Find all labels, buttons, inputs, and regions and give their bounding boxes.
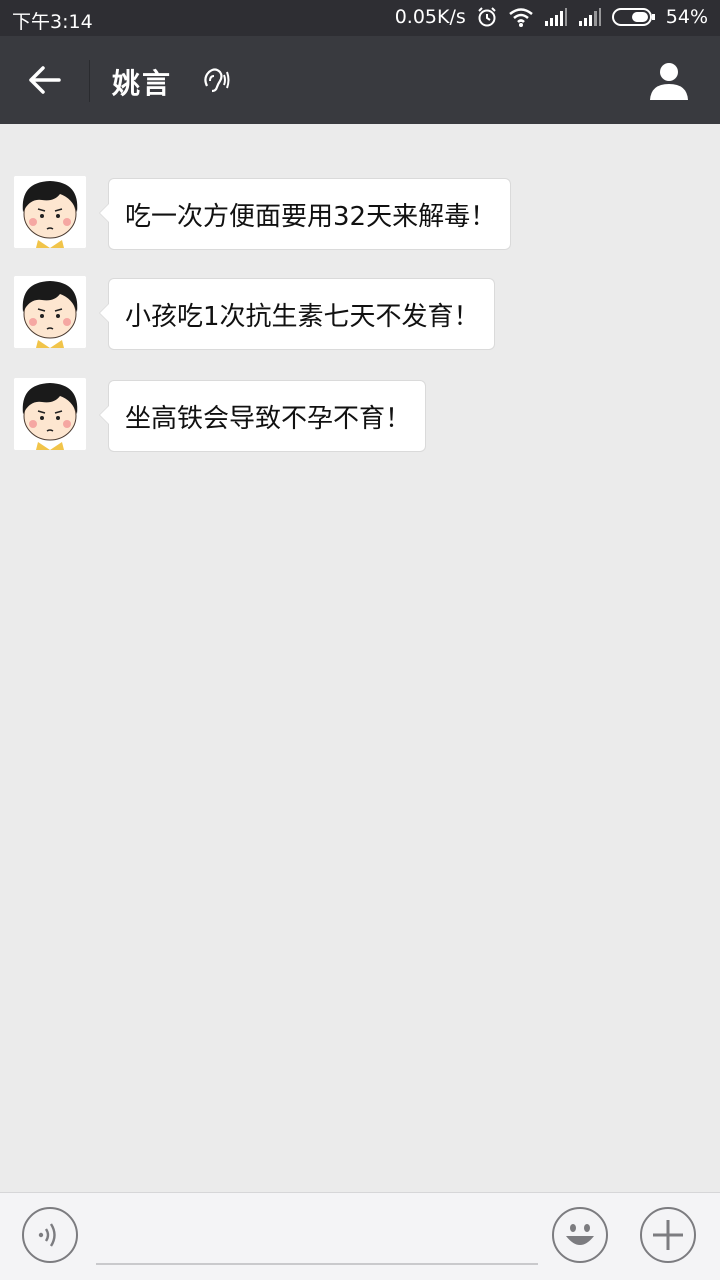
wifi-icon (508, 6, 534, 28)
battery-icon (611, 7, 656, 27)
status-bar: 下午3:14 0.05K/s 54% (0, 0, 720, 36)
signal-icon (578, 7, 602, 27)
message-input[interactable] (96, 1263, 538, 1265)
back-arrow-icon (29, 66, 61, 94)
alarm-icon (476, 6, 498, 28)
header-divider (89, 60, 90, 102)
message-bubble[interactable]: 吃一次方便面要用32天来解毒！ (98, 178, 512, 250)
emoji-button[interactable] (552, 1207, 608, 1263)
profile-icon (650, 63, 688, 100)
chat-title: 姚言 (112, 67, 173, 100)
chat-area[interactable]: 吃一次方便面要用32天来解毒！ 小孩吃1次抗生素七天不发育！ 坐高铁会导致不孕不… (0, 124, 720, 1192)
plus-icon (653, 1220, 683, 1250)
net-speed: 0.05K/s (394, 6, 466, 28)
battery-level: 54% (665, 6, 708, 28)
emoji-icon (566, 1224, 594, 1245)
avatar[interactable] (14, 276, 86, 348)
back-button[interactable] (22, 58, 66, 102)
profile-button[interactable] (648, 60, 690, 102)
signal-icon (544, 7, 568, 27)
earpiece-icon[interactable] (200, 66, 230, 96)
status-time: 下午3:14 (12, 11, 93, 33)
input-bar (0, 1192, 720, 1280)
voice-icon (38, 1223, 56, 1247)
avatar[interactable] (14, 176, 86, 248)
message-bubble[interactable]: 坐高铁会导致不孕不育！ (98, 380, 427, 452)
status-indicators: 0.05K/s 54% (395, 6, 708, 28)
voice-button[interactable] (22, 1207, 78, 1263)
plus-button[interactable] (640, 1207, 696, 1263)
message-bubble[interactable]: 小孩吃1次抗生素七天不发育！ (99, 278, 495, 350)
chat-header: 姚言 (0, 36, 720, 124)
avatar[interactable] (14, 378, 86, 450)
